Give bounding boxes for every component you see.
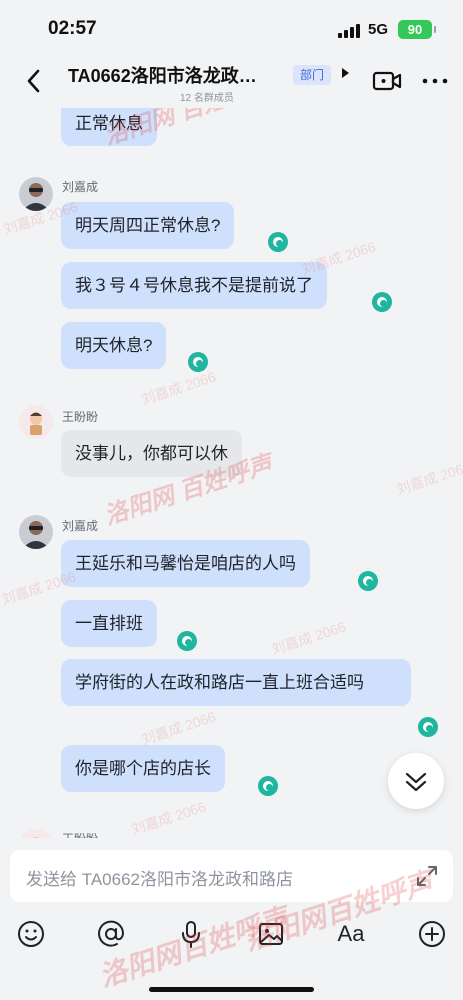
- message-text: 正常休息: [75, 114, 143, 133]
- member-count[interactable]: 12 名群成员: [180, 89, 234, 104]
- message-text: 没事儿，你都可以休: [75, 444, 228, 463]
- avatar[interactable]: [19, 405, 53, 439]
- signal-icon: [338, 22, 360, 38]
- read-receipt-icon[interactable]: [188, 352, 208, 372]
- message-text: 学府街的人在政和路店一直上班合适吗: [75, 673, 364, 692]
- emoji-icon[interactable]: [13, 916, 49, 952]
- sender-name: 刘嘉成: [62, 180, 99, 194]
- scroll-down-icon: [405, 772, 427, 792]
- read-receipt-icon[interactable]: [418, 717, 438, 737]
- status-bar: 02:57 5G 90: [0, 0, 463, 56]
- home-indicator: [149, 987, 314, 992]
- avatar[interactable]: [19, 829, 53, 838]
- watermark-text: 刘嘉成 2066: [139, 368, 218, 408]
- watermark-text: 刘嘉成 2066: [394, 458, 463, 498]
- font-format-button[interactable]: Aa: [333, 916, 369, 952]
- expand-icon[interactable]: [415, 864, 439, 888]
- avatar[interactable]: [19, 515, 53, 549]
- battery-icon: 90: [398, 20, 436, 39]
- group-title[interactable]: TA0662洛阳市洛龙政…: [68, 62, 257, 88]
- sender-name: 刘嘉成: [62, 519, 99, 533]
- message-text: 我３号４号休息我不是提前说了: [75, 276, 313, 295]
- voice-icon[interactable]: [173, 916, 209, 952]
- read-receipt-icon[interactable]: [258, 776, 278, 796]
- message-list[interactable]: 正常休息 刘嘉成 明天周四正常休息? 我３号４号休息我不是提前说了 明天休息? …: [0, 108, 463, 838]
- sender-name: 王盼盼: [62, 410, 99, 424]
- mention-icon[interactable]: [93, 916, 129, 952]
- read-receipt-icon[interactable]: [372, 292, 392, 312]
- read-receipt-icon[interactable]: [177, 631, 197, 651]
- message-bubble[interactable]: 明天休息?: [61, 322, 167, 369]
- message-bubble[interactable]: 你是哪个店的店长: [61, 745, 225, 792]
- scroll-down-button[interactable]: [388, 753, 444, 809]
- image-icon[interactable]: [253, 916, 289, 952]
- network-type: 5G: [368, 21, 389, 38]
- input-placeholder: 发送给 TA0662洛阳市洛龙政和路店: [26, 870, 294, 889]
- message-text: 明天休息?: [75, 336, 153, 355]
- plus-icon[interactable]: [414, 916, 450, 952]
- watermark-text: 刘嘉成 2066: [139, 708, 218, 748]
- message-composer: 发送给 TA0662洛阳市洛龙政和路店 Aa 洛阳网百姓呼声 洛阳网百姓呼声: [0, 838, 463, 1000]
- watermark-text: 刘嘉成 2066: [129, 798, 208, 838]
- message-bubble[interactable]: 王延乐和马馨怡是咱店的人吗: [61, 540, 310, 587]
- message-bubble[interactable]: 正常休息: [61, 108, 157, 146]
- message-bubble[interactable]: 我３号４号休息我不是提前说了: [61, 262, 327, 309]
- message-text: 你是哪个店的店长: [75, 759, 211, 778]
- chat-header: TA0662洛阳市洛龙政… 部门 12 名群成员: [0, 56, 463, 108]
- message-text: 明天周四正常休息?: [75, 216, 221, 235]
- message-text: 一直排班: [75, 614, 143, 633]
- message-bubble[interactable]: 没事儿，你都可以休: [61, 430, 242, 477]
- composer-toolbar: Aa: [0, 916, 463, 956]
- department-badge: 部门: [293, 65, 332, 85]
- message-bubble[interactable]: 明天周四正常休息?: [61, 202, 235, 249]
- message-bubble[interactable]: 学府街的人在政和路店一直上班合适吗: [61, 659, 411, 706]
- back-icon[interactable]: [22, 66, 48, 96]
- watermark-text: 刘嘉成 2066: [269, 618, 348, 658]
- message-input[interactable]: 发送给 TA0662洛阳市洛龙政和路店: [10, 850, 453, 902]
- message-bubble[interactable]: 一直排班: [61, 600, 157, 647]
- message-text: 王延乐和马馨怡是咱店的人吗: [75, 554, 296, 573]
- sender-name: 王盼盼: [62, 830, 98, 838]
- read-receipt-icon[interactable]: [268, 232, 288, 252]
- avatar[interactable]: [19, 177, 53, 211]
- video-call-icon[interactable]: [372, 70, 402, 92]
- title-arrow-icon[interactable]: [342, 68, 349, 78]
- more-icon[interactable]: [421, 70, 449, 92]
- status-time: 02:57: [48, 18, 97, 39]
- read-receipt-icon[interactable]: [358, 571, 378, 591]
